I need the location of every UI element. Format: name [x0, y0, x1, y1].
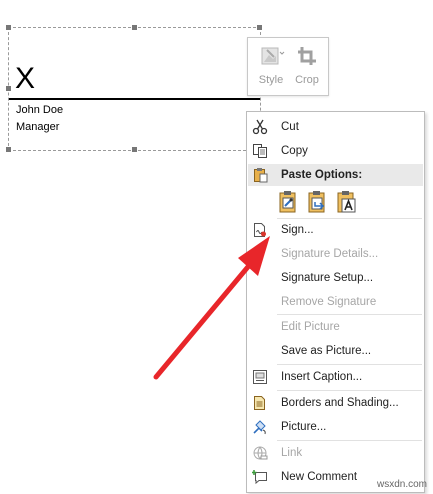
red-annotation-arrow — [153, 236, 270, 380]
watermark-text: wsxdn.com — [376, 479, 427, 490]
